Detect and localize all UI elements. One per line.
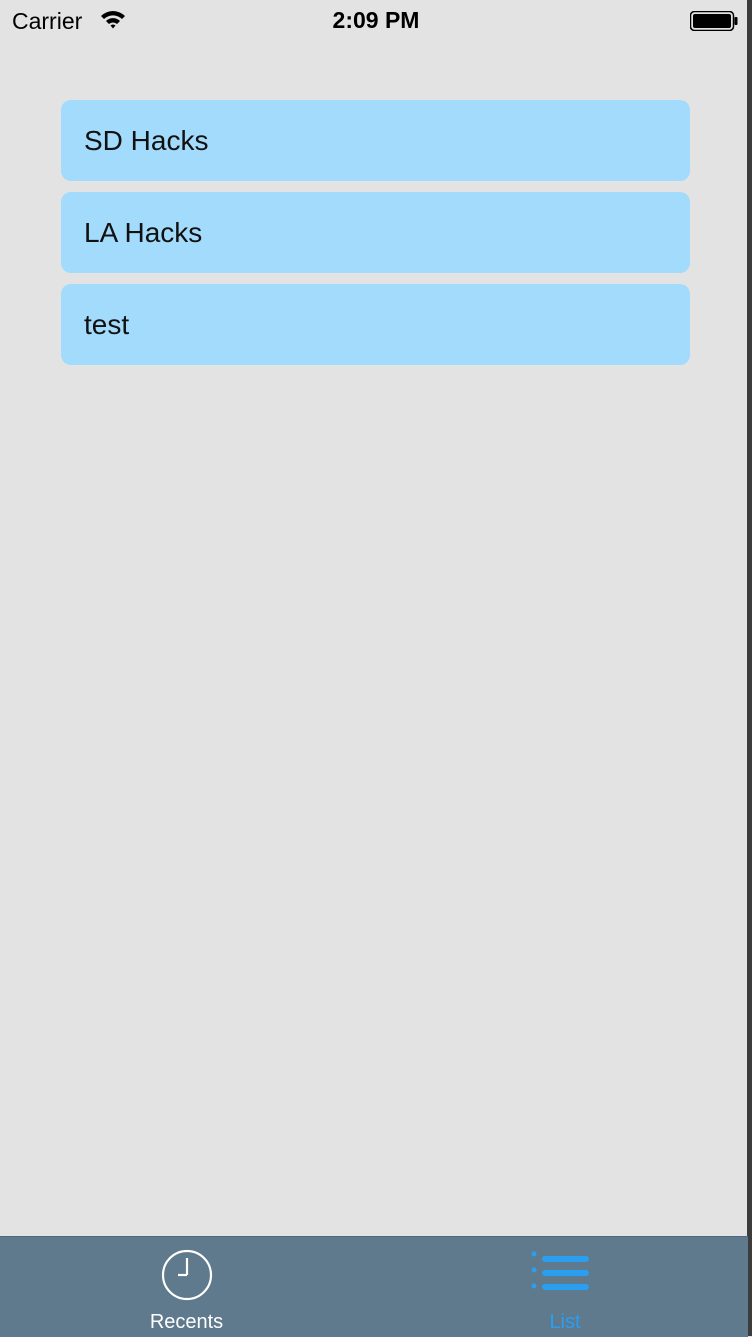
list-item-label: LA Hacks <box>84 216 203 248</box>
battery-icon <box>690 11 738 31</box>
list-icon <box>531 1251 589 1290</box>
hackathon-list: SD Hacks LA Hacks test <box>61 100 690 376</box>
list-item[interactable]: test <box>61 284 690 365</box>
tab-label: Recents <box>149 1311 224 1333</box>
list-item-label: test <box>84 308 130 340</box>
window-edge <box>747 0 752 1336</box>
status-bar: Carrier 2:09 PM <box>0 0 752 40</box>
tab-list[interactable]: List <box>374 1237 748 1337</box>
list-item[interactable]: LA Hacks <box>61 192 690 273</box>
tab-recents[interactable]: Recents <box>0 1237 374 1337</box>
status-time: 2:09 PM <box>332 7 420 33</box>
tab-bar: Recents List <box>0 1236 748 1337</box>
list-item-label: SD Hacks <box>84 124 209 156</box>
list-item[interactable]: SD Hacks <box>61 100 690 181</box>
tab-label: List <box>549 1311 581 1333</box>
clock-icon <box>161 1249 213 1301</box>
